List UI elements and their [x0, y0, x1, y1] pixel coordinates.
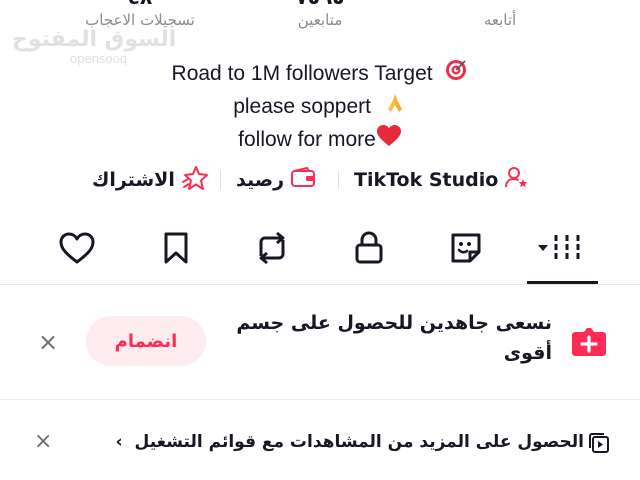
studio-label: TikTok Studio — [354, 169, 499, 191]
tab-favorites[interactable] — [146, 228, 206, 272]
lock-icon — [353, 230, 385, 270]
playlists-banner-text: الحصول على المزيد من المشاهدات مع قوائم … — [116, 430, 584, 454]
playlist-play-icon — [588, 432, 610, 454]
tab-private[interactable] — [339, 228, 399, 272]
tab-liked[interactable] — [47, 228, 107, 272]
praying-hands-icon — [383, 91, 407, 124]
tab-videos[interactable] — [532, 228, 592, 272]
sticker-face-icon — [448, 230, 484, 270]
join-challenge-banner: × انضمام نسعى جاهدين للحصول على جسم أقوى — [0, 284, 640, 400]
playlists-banner[interactable]: × الحصول على المزيد من المشاهدات مع قوائ… — [0, 400, 640, 480]
following-stat[interactable]: أتابعه — [400, 0, 600, 30]
likes-count: ٤٨ — [40, 0, 240, 8]
close-icon[interactable]: × — [34, 430, 52, 454]
following-label: أتابعه — [483, 11, 517, 29]
wallet-icon — [290, 166, 316, 195]
banner-join-text: نسعى جاهدين للحصول على جسم أقوى — [236, 312, 552, 364]
chevron-left-icon: › — [115, 432, 123, 452]
balance-label: رصيد — [236, 169, 285, 191]
likes-stat[interactable]: ٤٨ تسجيلات الاعجاب — [40, 0, 240, 30]
close-icon[interactable]: × — [38, 330, 58, 354]
bio-line-3: follow for more — [0, 124, 640, 157]
profile-stats: ٤٨ تسجيلات الاعجاب ٧٥٩٥ متابعين أتابعه — [0, 0, 640, 32]
bio-line-1: Road to 1M followers Target — [0, 58, 640, 91]
tiktok-studio-link[interactable]: TikTok Studio — [354, 163, 530, 197]
red-heart-icon — [376, 124, 402, 157]
link-separator — [220, 171, 221, 189]
tab-reposts[interactable] — [242, 228, 302, 272]
creator-person-icon — [504, 166, 530, 195]
subscription-star-icon — [181, 165, 209, 196]
profile-tabs — [0, 228, 640, 285]
balance-link[interactable]: رصيد — [236, 163, 316, 197]
repost-icon — [253, 230, 291, 270]
join-button[interactable]: انضمام — [86, 316, 206, 366]
bio-line-3-text: follow for more — [238, 128, 376, 152]
subscription-label: الاشتراك — [92, 169, 175, 191]
link-separator — [338, 171, 339, 189]
target-icon — [444, 58, 468, 91]
profile-bio: Road to 1M followers Target please soppe… — [0, 58, 640, 157]
subscription-link[interactable]: الاشتراك — [92, 163, 209, 197]
bio-line-2: please soppert — [0, 91, 640, 124]
add-group-icon — [570, 324, 608, 358]
tab-stickers[interactable] — [436, 228, 496, 272]
followers-count: ٧٥٩٥ — [220, 0, 420, 8]
bio-line-2-text: please soppert — [233, 95, 371, 119]
bookmark-icon — [161, 230, 191, 270]
bio-line-1-text: Road to 1M followers Target — [171, 62, 433, 86]
following-count — [400, 0, 600, 8]
followers-stat[interactable]: ٧٥٩٥ متابعين — [220, 0, 420, 30]
profile-links: TikTok Studio رصيد الاشتراك — [0, 163, 640, 197]
heart-icon — [58, 231, 96, 269]
likes-label: تسجيلات الاعجاب — [85, 11, 195, 29]
grid-icon — [536, 231, 588, 269]
followers-label: متابعين — [297, 11, 343, 29]
playlists-text: الحصول على المزيد من المشاهدات مع قوائم … — [134, 432, 584, 452]
